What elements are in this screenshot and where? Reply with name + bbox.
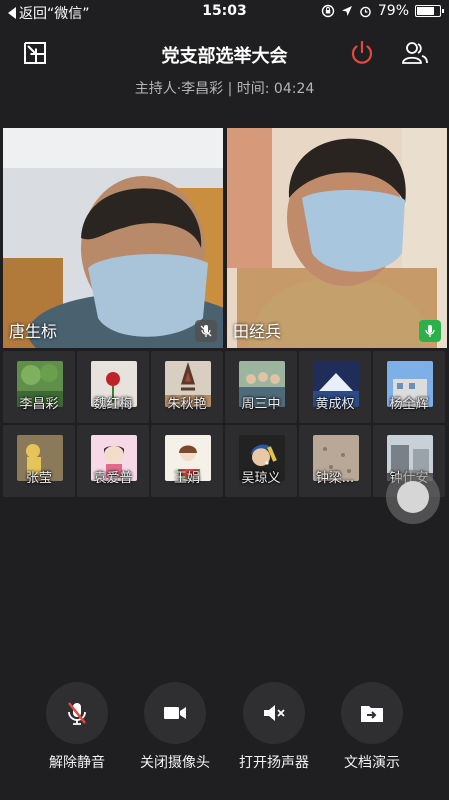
participant-name: 王娟 — [173, 471, 200, 486]
participant-tile[interactable]: 王娟 — [151, 425, 223, 497]
video-name-label: 田经兵 — [233, 322, 282, 341]
document-share-label: 文档演示 — [344, 755, 400, 771]
unmute-label: 解除静音 — [49, 755, 105, 771]
meeting-subtitle: 主持人·李昌彩 | 时间: 04:24 — [134, 81, 315, 97]
end-meeting-power-icon[interactable] — [347, 38, 377, 68]
participant-name: 杨全辉 — [389, 397, 429, 412]
participant-tile[interactable]: 钟梁... — [299, 425, 371, 497]
participant-name: 李昌彩 — [19, 397, 59, 412]
status-bar: 返回“微信” 15:03 79% — [0, 0, 449, 24]
participant-tile[interactable]: 张莹 — [3, 425, 75, 497]
location-arrow-icon — [341, 6, 352, 16]
participant-tile[interactable]: 吴琼义 — [225, 425, 297, 497]
video-frame-1 — [3, 128, 223, 348]
participant-tile[interactable]: 周三中 — [225, 351, 297, 423]
battery-icon — [415, 5, 444, 17]
participant-tile[interactable]: 袁爱普 — [77, 425, 149, 497]
participants-icon[interactable] — [400, 38, 430, 68]
speaker-off-icon — [243, 682, 305, 744]
participant-tile[interactable]: 朱秋艳 — [151, 351, 223, 423]
rotation-lock-icon — [321, 4, 335, 18]
camera-icon — [144, 682, 206, 744]
video-feed-tian-jingbing[interactable]: 田经兵 — [227, 128, 447, 348]
participant-name: 吴琼义 — [241, 471, 281, 486]
video-feed-tang-shengbiao[interactable]: 唐生标 — [3, 128, 223, 348]
turn-off-camera-label: 关闭摄像头 — [140, 755, 210, 771]
participant-tile[interactable]: 李昌彩 — [3, 351, 75, 423]
participant-name: 钟梁... — [315, 471, 355, 486]
folder-share-icon — [341, 682, 403, 744]
mic-muted-icon — [46, 682, 108, 744]
mic-active-status-icon — [419, 320, 441, 342]
participant-tile[interactable]: 黄成权 — [299, 351, 371, 423]
participant-name: 魏红梅 — [93, 397, 133, 412]
participant-name: 朱秋艳 — [167, 397, 207, 412]
participant-name: 周三中 — [241, 397, 281, 412]
participant-tile[interactable]: 杨全辉 — [373, 351, 445, 423]
assistive-touch-button[interactable] — [386, 470, 440, 524]
alarm-icon — [360, 6, 371, 17]
participant-name: 张莹 — [25, 471, 52, 486]
mic-muted-status-icon — [195, 320, 217, 342]
meeting-title: 党支部选举大会 — [161, 46, 288, 67]
turn-off-camera-button[interactable]: 关闭摄像头 — [135, 682, 215, 772]
battery-level — [417, 7, 435, 15]
battery-percent: 79% — [377, 3, 409, 19]
assistive-touch-inner — [397, 481, 429, 513]
video-name-label: 唐生标 — [9, 322, 58, 341]
turn-on-speaker-button[interactable]: 打开扬声器 — [234, 682, 314, 772]
participant-tile[interactable]: 魏红梅 — [77, 351, 149, 423]
video-frame-2 — [227, 128, 447, 348]
unmute-button[interactable]: 解除静音 — [37, 682, 117, 772]
participant-name: 黄成权 — [315, 397, 355, 412]
turn-on-speaker-label: 打开扬声器 — [239, 755, 309, 771]
meeting-header: 党支部选举大会 — [0, 34, 449, 74]
participant-name: 袁爱普 — [93, 471, 133, 486]
document-share-button[interactable]: 文档演示 — [332, 682, 412, 772]
